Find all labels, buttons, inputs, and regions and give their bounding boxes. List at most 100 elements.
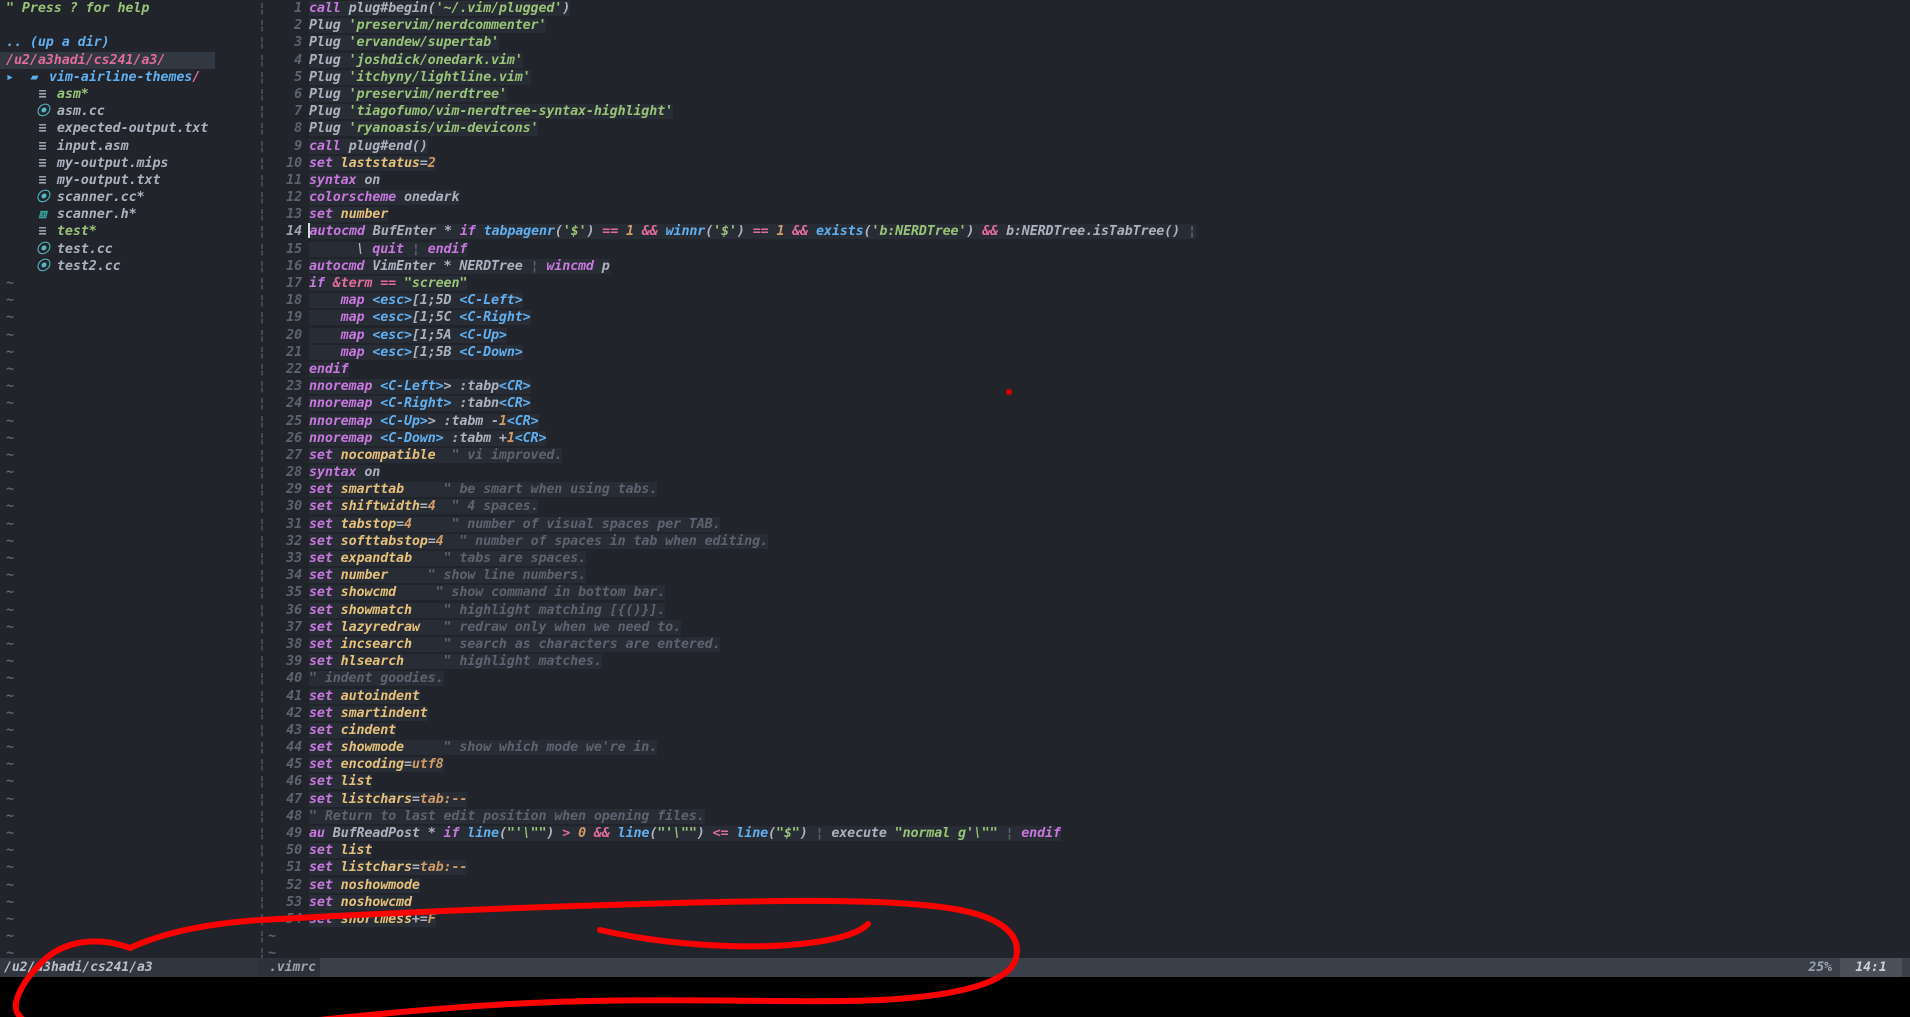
code-line[interactable]: 40 " indent goodies. bbox=[268, 670, 1910, 687]
split-divider-cell: ¦ bbox=[258, 69, 267, 85]
token: on bbox=[364, 465, 381, 481]
code-line[interactable]: 29 set smarttab " be smart when using tab… bbox=[268, 481, 1910, 498]
nerdtree-node-label: test2.cc bbox=[56, 258, 121, 274]
nerdtree-node[interactable]: ≡ my-output.txt bbox=[0, 172, 258, 189]
nerdtree-node[interactable]: ⦿ test.cc bbox=[0, 241, 258, 258]
token: " search as characters are entered. bbox=[443, 636, 721, 652]
code-line[interactable]: 4 Plug 'joshdick/onedark.vim' bbox=[268, 52, 1910, 69]
code-line[interactable]: 39 set hlsearch " highlight matches. bbox=[268, 653, 1910, 670]
code-line[interactable]: 31 set tabstop=4 " number of visual space… bbox=[268, 516, 1910, 533]
nerdtree-node[interactable]: ≡ asm* bbox=[0, 86, 258, 103]
code-line[interactable]: 1 call plug#begin('~/.vim/plugged') bbox=[268, 0, 1910, 17]
nerdtree-node[interactable]: ⦿ scanner.cc* bbox=[0, 189, 258, 206]
token: shortmess bbox=[340, 911, 412, 927]
code-line[interactable]: 22 endif bbox=[268, 361, 1910, 378]
code-line[interactable]: 14 autocmd BufEnter * if tabpagenr('$') =… bbox=[268, 223, 1910, 240]
code-line[interactable]: 5 Plug 'itchyny/lightline.vim' bbox=[268, 69, 1910, 86]
nerdtree-node[interactable]: ≡ expected-output.txt bbox=[0, 120, 258, 137]
code-line[interactable]: 48 " Return to last edit position when op… bbox=[268, 808, 1910, 825]
code-line[interactable]: 3 Plug 'ervandew/supertab' bbox=[268, 34, 1910, 51]
token: && bbox=[982, 224, 1006, 240]
code-line[interactable]: 30 set shiftwidth=4 " 4 spaces. bbox=[268, 498, 1910, 515]
code-line[interactable]: 32 set softtabstop=4 " number of spaces i… bbox=[268, 533, 1910, 550]
code-line[interactable]: 15 \ quit ¦ endif bbox=[268, 241, 1910, 258]
code-line[interactable]: 20 map <esc>[1;5A <C-Up> bbox=[268, 327, 1910, 344]
code-line[interactable]: 50 set list bbox=[268, 842, 1910, 859]
token: set bbox=[309, 774, 341, 790]
code-line[interactable]: 24 nnoremap <C-Right> :tabn<CR> bbox=[268, 395, 1910, 412]
empty-line-marker: ~ bbox=[0, 309, 258, 326]
nerdtree-node[interactable]: ⦿ test2.cc bbox=[0, 258, 258, 275]
code-line[interactable]: 18 map <esc>[1;5D <C-Left> bbox=[268, 292, 1910, 309]
code-line[interactable]: 27 set nocompatible " vi improved. bbox=[268, 447, 1910, 464]
code-line[interactable]: 16 autocmd VimEnter * NERDTree ¦ wincmd p bbox=[268, 258, 1910, 275]
expand-arrow-icon[interactable]: ▸ bbox=[6, 69, 20, 86]
nerdtree-node[interactable]: ▸ ▰ vim-airline-themes/ bbox=[0, 69, 258, 86]
code-line[interactable]: 12 colorscheme onedark bbox=[268, 189, 1910, 206]
code-line[interactable]: 53 set noshowcmd bbox=[268, 894, 1910, 911]
code-line[interactable]: 7 Plug 'tiagofumo/vim-nerdtree-syntax-hig… bbox=[268, 103, 1910, 120]
code-line[interactable]: 11 syntax on bbox=[268, 172, 1910, 189]
code-line[interactable]: 10 set laststatus=2 bbox=[268, 155, 1910, 172]
token: showmode bbox=[340, 740, 404, 756]
code-line-text: set noshowcmd bbox=[309, 894, 412, 910]
code-line[interactable]: 44 set showmode " show which mode we're i… bbox=[268, 739, 1910, 756]
code-line[interactable]: 34 set number " show line numbers. bbox=[268, 567, 1910, 584]
code-line[interactable]: 9 call plug#end() bbox=[268, 138, 1910, 155]
code-line[interactable]: 23 nnoremap <C-Left>> :tabp<CR> bbox=[268, 378, 1910, 395]
token: ¦ bbox=[1005, 826, 1022, 841]
split-divider-cell: ¦ bbox=[258, 276, 267, 291]
line-number: 25 bbox=[286, 413, 302, 429]
empty-line-marker: ~ bbox=[0, 825, 258, 842]
code-line[interactable]: 17 if &term == "screen" bbox=[268, 275, 1910, 292]
code-line[interactable]: 37 set lazyredraw " redraw only when we n… bbox=[268, 619, 1910, 636]
code-line[interactable]: 35 set showcmd " show command in bottom b… bbox=[268, 584, 1910, 601]
code-line[interactable]: 41 set autoindent bbox=[268, 688, 1910, 705]
code-line[interactable]: 19 map <esc>[1;5C <C-Right> bbox=[268, 309, 1910, 326]
code-line-text: set expandtab " tabs are spaces. bbox=[309, 551, 586, 566]
token: ) bbox=[562, 1, 571, 16]
code-line[interactable]: 28 syntax on bbox=[268, 464, 1910, 481]
code-line[interactable]: 38 set incsearch " search as characters a… bbox=[268, 636, 1910, 653]
code-line[interactable]: 13 set number bbox=[268, 206, 1910, 223]
code-line[interactable]: 49 au BufReadPost * if line("'\"") > 0 &&… bbox=[268, 825, 1910, 842]
code-line[interactable]: 47 set listchars=tab:-- bbox=[268, 791, 1910, 808]
token: Plug bbox=[309, 52, 349, 68]
token: quit bbox=[372, 241, 412, 257]
code-line[interactable]: 2 Plug 'preservim/nerdcommenter' bbox=[268, 17, 1910, 34]
token: tab:-- bbox=[419, 791, 468, 807]
code-line[interactable]: 25 nnoremap <C-Up>> :tabm -1<CR> bbox=[268, 413, 1910, 430]
code-line[interactable]: 45 set encoding=utf8 bbox=[268, 756, 1910, 773]
token: set bbox=[309, 791, 341, 807]
token: if bbox=[443, 826, 468, 841]
nerdtree-node[interactable]: ≡ input.asm bbox=[0, 138, 258, 155]
code-line[interactable]: 21 map <esc>[1;5B <C-Down> bbox=[268, 344, 1910, 361]
nerdtree-sidebar[interactable]: " Press ? for help .. (up a dir) /u2/a3h… bbox=[0, 0, 258, 975]
nerdtree-node[interactable]: ⦿ asm.cc bbox=[0, 103, 258, 120]
tilde-icon: ~ bbox=[6, 843, 14, 859]
vim-command-line[interactable] bbox=[0, 977, 1910, 1017]
nerdtree-root-path[interactable]: /u2/a3hadi/cs241/a3/ bbox=[0, 51, 215, 69]
split-divider-cell: ¦ bbox=[258, 654, 267, 670]
code-line[interactable]: 6 Plug 'preservim/nerdtree' bbox=[268, 86, 1910, 103]
nerdtree-node[interactable]: ≡ test* bbox=[0, 223, 258, 240]
line-number: 19 bbox=[286, 310, 302, 326]
code-line[interactable]: 8 Plug 'ryanoasis/vim-devicons' bbox=[268, 120, 1910, 137]
nerdtree-up-a-dir[interactable]: .. (up a dir) bbox=[0, 34, 258, 51]
icon-gap bbox=[49, 190, 57, 205]
code-buffer[interactable]: 1 call plug#begin('~/.vim/plugged') 2 Plug … bbox=[268, 0, 1910, 975]
code-line[interactable]: 42 set smartindent bbox=[268, 705, 1910, 722]
code-line[interactable]: 46 set list bbox=[268, 773, 1910, 790]
code-line[interactable]: 43 set cindent bbox=[268, 722, 1910, 739]
token: " show which mode we're in. bbox=[443, 740, 658, 756]
nerdtree-node[interactable]: ⧈ scanner.h* bbox=[0, 206, 258, 223]
code-line[interactable]: 26 nnoremap <C-Down> :tabm +1<CR> bbox=[268, 430, 1910, 447]
code-line[interactable]: 36 set showmatch " highlight matching [{(… bbox=[268, 602, 1910, 619]
token: > :tabm - bbox=[427, 413, 499, 429]
split-divider-cell: ¦ bbox=[258, 172, 267, 188]
code-line[interactable]: 52 set noshowmode bbox=[268, 877, 1910, 894]
code-line[interactable]: 51 set listchars=tab:-- bbox=[268, 859, 1910, 876]
nerdtree-node[interactable]: ≡ my-output.mips bbox=[0, 155, 258, 172]
code-line[interactable]: 54 set shortmess+=F bbox=[268, 911, 1910, 928]
code-line[interactable]: 33 set expandtab " tabs are spaces. bbox=[268, 550, 1910, 567]
